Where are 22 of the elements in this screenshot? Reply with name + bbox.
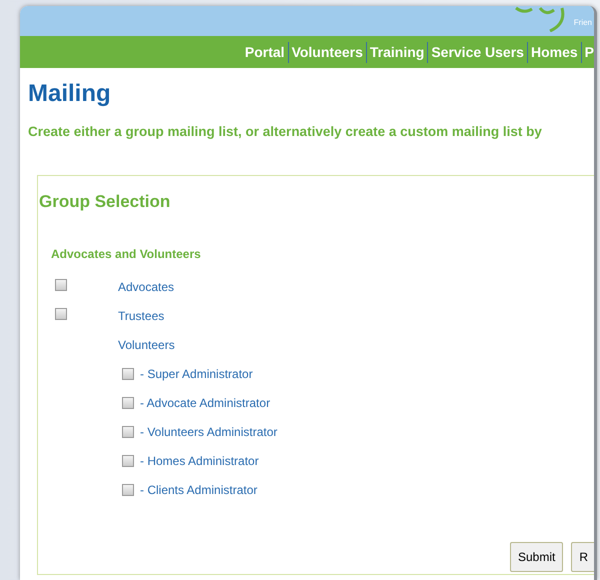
checkbox[interactable] [122, 455, 134, 468]
group-link[interactable]: - Homes Administrator [140, 452, 259, 470]
checkbox[interactable] [55, 279, 67, 292]
group-link[interactable]: - Volunteers Administrator [140, 423, 278, 442]
form-button[interactable]: R [571, 542, 594, 572]
group-link[interactable]: Trustees [118, 307, 164, 326]
group-link[interactable]: - Advocate Administrator [140, 394, 270, 412]
section-heading: Advocates and Volunteers [51, 246, 202, 263]
intro-text: Create either a group mailing list, or alternatively create a custom mailing list by [28, 123, 543, 141]
group-link[interactable]: - Clients Administrator [140, 481, 258, 500]
group-link[interactable]: Volunteers [118, 336, 175, 354]
checkbox[interactable] [122, 426, 134, 438]
checkbox[interactable] [122, 368, 134, 380]
form-button[interactable]: Submit [510, 542, 564, 572]
panel-title: Group Selection [39, 191, 172, 214]
checkbox[interactable] [122, 484, 134, 496]
group-link[interactable]: Advocates [118, 278, 174, 296]
logo-text: Frien [574, 17, 592, 29]
checkbox[interactable] [122, 397, 134, 410]
page-title: Mailing [28, 79, 112, 109]
group-link[interactable]: - Super Administrator [140, 365, 253, 384]
checkbox[interactable] [55, 308, 67, 320]
